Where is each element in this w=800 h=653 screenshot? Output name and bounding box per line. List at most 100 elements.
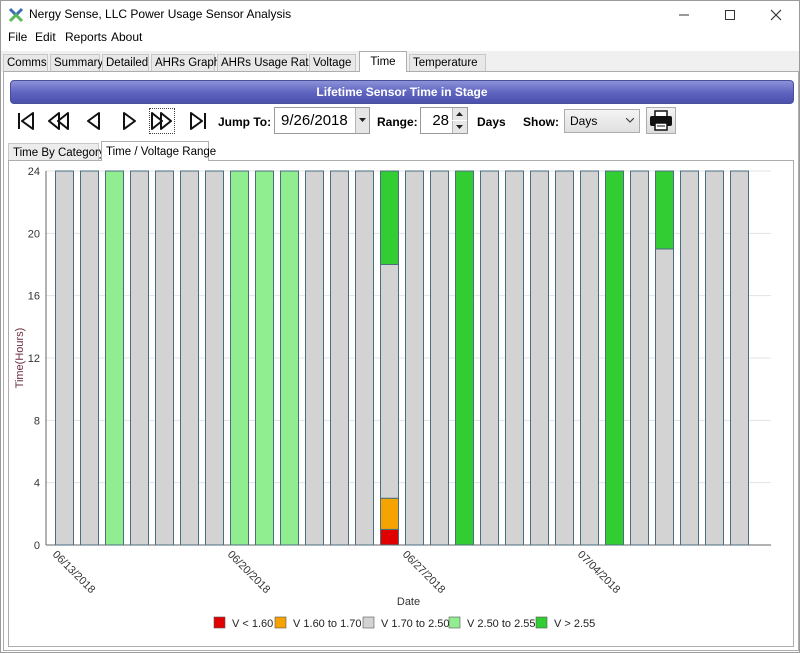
title-bar: Nergy Sense, LLC Power Usage Sensor Anal… bbox=[1, 1, 799, 28]
range-increment-button[interactable] bbox=[452, 108, 467, 120]
main-tab-strip: Comms Summary Detailed AHRs Graph AHRs U… bbox=[1, 51, 799, 72]
time-tab-panel: Lifetime Sensor Time in Stage Jump To: 9… bbox=[3, 71, 799, 651]
show-select-value: Days bbox=[570, 114, 598, 128]
bar-segment bbox=[630, 170, 649, 546]
bar-segment bbox=[255, 170, 274, 546]
legend-label: V 1.60 to 1.70 bbox=[293, 618, 362, 630]
range-value: 28 bbox=[432, 112, 449, 129]
jump-to-date-picker[interactable]: 9/26/2018 bbox=[274, 107, 370, 134]
legend-swatch bbox=[213, 616, 226, 629]
legend-swatch bbox=[362, 616, 375, 629]
chevron-down-icon bbox=[626, 118, 634, 123]
last-icon bbox=[190, 112, 206, 130]
x-tick-label: 06/13/2018 bbox=[50, 549, 97, 596]
bar-segment bbox=[55, 170, 74, 546]
bar-segment bbox=[180, 170, 199, 546]
close-button[interactable] bbox=[753, 1, 799, 28]
rewind-icon bbox=[48, 112, 69, 130]
bar-segment bbox=[305, 170, 324, 546]
menu-about[interactable]: About bbox=[111, 30, 142, 44]
bar-segment bbox=[80, 170, 99, 546]
chart-panel: 0 4 8 12 16 20 24 06/13/2018 06/20/2018 06/27/201… bbox=[8, 160, 794, 647]
legend-swatch bbox=[535, 616, 548, 629]
arrow-up-icon bbox=[456, 112, 463, 116]
y-tick-label: 20 bbox=[28, 228, 40, 240]
bar-segment bbox=[380, 264, 399, 499]
bar-segment bbox=[155, 170, 174, 546]
tab-detailed[interactable]: Detailed bbox=[102, 54, 149, 71]
bar-segment bbox=[580, 170, 599, 546]
minimize-button[interactable] bbox=[661, 1, 707, 28]
window-title: Nergy Sense, LLC Power Usage Sensor Anal… bbox=[29, 7, 292, 21]
legend-label: V 2.50 to 2.55 bbox=[467, 618, 536, 630]
y-tick-label: 12 bbox=[28, 353, 40, 365]
y-tick-label: 8 bbox=[34, 415, 40, 427]
subtab-time-voltage-range[interactable]: Time / Voltage Range bbox=[101, 141, 216, 161]
date-dropdown-button[interactable] bbox=[355, 108, 369, 133]
bar-segment bbox=[280, 170, 299, 546]
tab-time[interactable]: Time bbox=[359, 51, 407, 72]
close-icon bbox=[770, 9, 782, 21]
bar-segment bbox=[655, 170, 674, 250]
bar-segment bbox=[655, 248, 674, 546]
y-axis-title: Time(Hours) bbox=[14, 328, 26, 389]
tab-comms[interactable]: Comms bbox=[3, 54, 48, 71]
jump-to-label: Jump To: bbox=[218, 115, 272, 129]
time-voltage-chart: 0 4 8 12 16 20 24 06/13/2018 06/20/2018 06/27/201… bbox=[14, 166, 771, 630]
app-window: Nergy Sense, LLC Power Usage Sensor Anal… bbox=[0, 0, 800, 653]
range-stepper[interactable]: 28 bbox=[420, 107, 468, 134]
tab-temperature[interactable]: Temperature bbox=[409, 54, 486, 71]
bar-segment bbox=[530, 170, 549, 546]
legend-label: V > 2.55 bbox=[554, 618, 595, 630]
y-tick-label: 24 bbox=[28, 166, 40, 178]
app-logo-icon bbox=[8, 7, 24, 23]
bar-segment bbox=[130, 170, 149, 546]
legend-label: V < 1.60 bbox=[232, 618, 273, 630]
arrow-down-icon bbox=[456, 125, 463, 129]
y-tick-label: 0 bbox=[34, 540, 40, 552]
bar-segment bbox=[730, 170, 749, 546]
printer-icon bbox=[650, 110, 672, 131]
bar-segment bbox=[380, 528, 399, 546]
maximize-icon bbox=[725, 10, 735, 20]
first-button[interactable] bbox=[14, 109, 38, 133]
x-tick-label: 06/27/2018 bbox=[400, 549, 447, 596]
tab-summary[interactable]: Summary bbox=[50, 54, 103, 71]
bar-segment bbox=[680, 170, 699, 546]
tab-voltage[interactable]: Voltage bbox=[309, 54, 356, 71]
menu-reports[interactable]: Reports bbox=[65, 30, 107, 44]
bar-segment bbox=[705, 170, 724, 546]
y-tick-label: 16 bbox=[28, 291, 40, 303]
show-label: Show: bbox=[523, 115, 559, 129]
show-select[interactable]: Days bbox=[564, 109, 640, 133]
range-decrement-button[interactable] bbox=[452, 121, 467, 133]
rewind-button[interactable] bbox=[46, 109, 70, 133]
menu-edit[interactable]: Edit bbox=[35, 30, 56, 44]
previous-button[interactable] bbox=[82, 109, 106, 133]
bar-segment bbox=[105, 170, 124, 546]
bar-segment bbox=[205, 170, 224, 546]
subtab-time-by-category[interactable]: Time By Category bbox=[8, 143, 105, 161]
tab-ahrs-usage-ratio[interactable]: AHRs Usage Ratio bbox=[217, 54, 318, 71]
y-tick-label: 4 bbox=[34, 478, 40, 490]
tab-ahrs-graph[interactable]: AHRs Graph bbox=[151, 54, 220, 71]
bar-segment bbox=[355, 170, 374, 546]
menu-file[interactable]: File bbox=[8, 30, 27, 44]
print-button[interactable] bbox=[646, 107, 676, 134]
next-button[interactable] bbox=[117, 109, 141, 133]
next-icon bbox=[123, 112, 136, 130]
legend-label: V 1.70 to 2.50 bbox=[381, 618, 450, 630]
fast-forward-button[interactable] bbox=[149, 108, 175, 134]
range-label: Range: bbox=[377, 115, 418, 129]
bar-segment bbox=[405, 170, 424, 546]
bar-segment bbox=[380, 170, 399, 265]
jump-to-date-value: 9/26/2018 bbox=[281, 112, 348, 129]
bar-segment bbox=[455, 170, 474, 546]
bar-segment bbox=[330, 170, 349, 546]
x-tick-label: 07/04/2018 bbox=[575, 549, 622, 596]
menu-bar: File Edit Reports About bbox=[1, 28, 799, 47]
bar-segment bbox=[380, 497, 399, 530]
last-button[interactable] bbox=[186, 109, 210, 133]
bar-segment bbox=[505, 170, 524, 546]
maximize-button[interactable] bbox=[707, 1, 753, 28]
